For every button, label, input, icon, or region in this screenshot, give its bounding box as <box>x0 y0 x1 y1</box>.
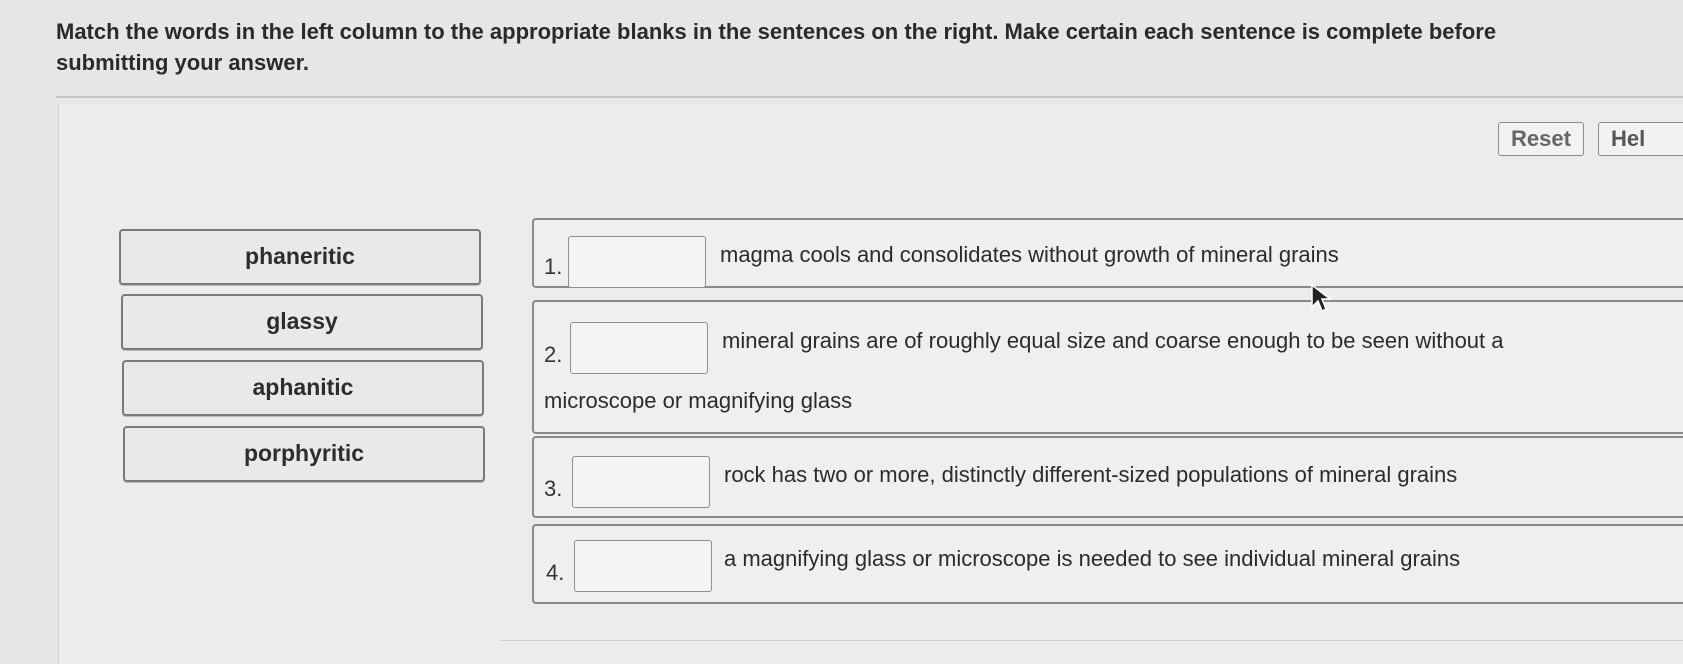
sentence-number: 4. <box>546 560 565 585</box>
sentence-text: a magnifying glass or microscope is need… <box>724 546 1461 571</box>
sentence-3: 3. rock has two or more, distinctly diff… <box>532 436 1683 518</box>
sentence-text-continued: microscope or magnifying glass <box>544 388 853 413</box>
instructions-text: Match the words in the left column to th… <box>56 19 1497 75</box>
word-tile-porphyritic[interactable]: porphyritic <box>123 426 485 482</box>
sentence-text: rock has two or more, distinctly differe… <box>724 462 1458 487</box>
word-tile-glassy[interactable]: glassy <box>121 294 483 350</box>
sentence-number: 2. <box>544 342 563 367</box>
divider <box>56 96 1683 98</box>
sentence-number: 3. <box>544 476 563 501</box>
sentence-text: mineral grains are of roughly equal size… <box>722 328 1504 353</box>
drop-blank-3[interactable] <box>572 456 710 508</box>
drop-blank-4[interactable] <box>574 540 712 592</box>
sentence-text: magma cools and consolidates without gro… <box>720 242 1339 267</box>
mouse-pointer-icon <box>1311 283 1332 313</box>
drop-blank-2[interactable] <box>570 322 708 374</box>
divider <box>500 640 1683 641</box>
reset-button[interactable]: Reset <box>1498 122 1584 156</box>
word-tile-phaneritic[interactable]: phaneritic <box>119 229 481 285</box>
sentence-number: 1. <box>544 254 563 279</box>
word-tile-aphanitic[interactable]: aphanitic <box>122 360 484 416</box>
sentence-4: 4. a magnifying glass or microscope is n… <box>532 524 1683 604</box>
sentence-2: 2. mineral grains are of roughly equal s… <box>532 300 1683 434</box>
drop-blank-1[interactable] <box>568 236 706 288</box>
sentence-1: 1. magma cools and consolidates without … <box>532 218 1683 288</box>
help-button[interactable]: Hel <box>1598 122 1683 156</box>
